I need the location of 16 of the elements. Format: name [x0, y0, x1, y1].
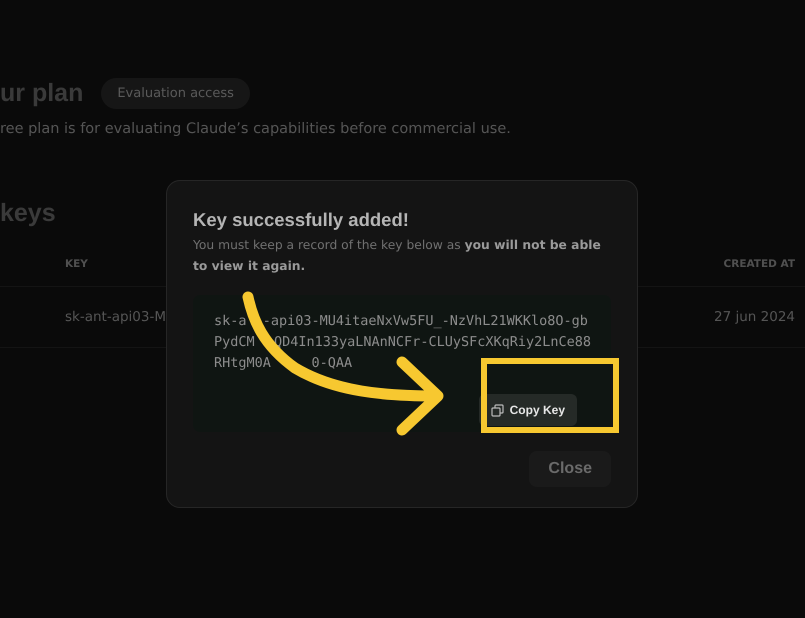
- plan-description: ree plan is for evaluating Claude’s capabilities before commercial use.: [0, 121, 512, 137]
- key-text: RHtgM0A: [214, 354, 271, 373]
- plan-badge: Evaluation access: [101, 78, 250, 109]
- column-header: KEY: [65, 258, 88, 270]
- key-text: -api03-MU4itaeNxVw5FU_-NzVhL21WKKlo8O-gb: [262, 312, 588, 331]
- copy-key-button[interactable]: Copy Key: [478, 394, 577, 426]
- key-text: sk-a: [214, 312, 247, 331]
- copy-icon: [490, 404, 504, 416]
- dialog-message: You must keep a record of the key below as you will not be able to view it again.: [193, 237, 602, 275]
- key-text: 0-QAA: [312, 354, 352, 373]
- key-text: PydCM: [214, 333, 255, 352]
- table-cell: 27 jun 2024: [714, 309, 795, 325]
- table-cell: sk-ant-api03-M: [65, 309, 166, 325]
- column-header: CREATED AT: [724, 258, 795, 270]
- dialog-title: Key successfully added!: [193, 209, 410, 231]
- key-text: QD4In133yaLNAnNCFr-CLUySFcXKqRiy2LnCe88: [274, 333, 591, 352]
